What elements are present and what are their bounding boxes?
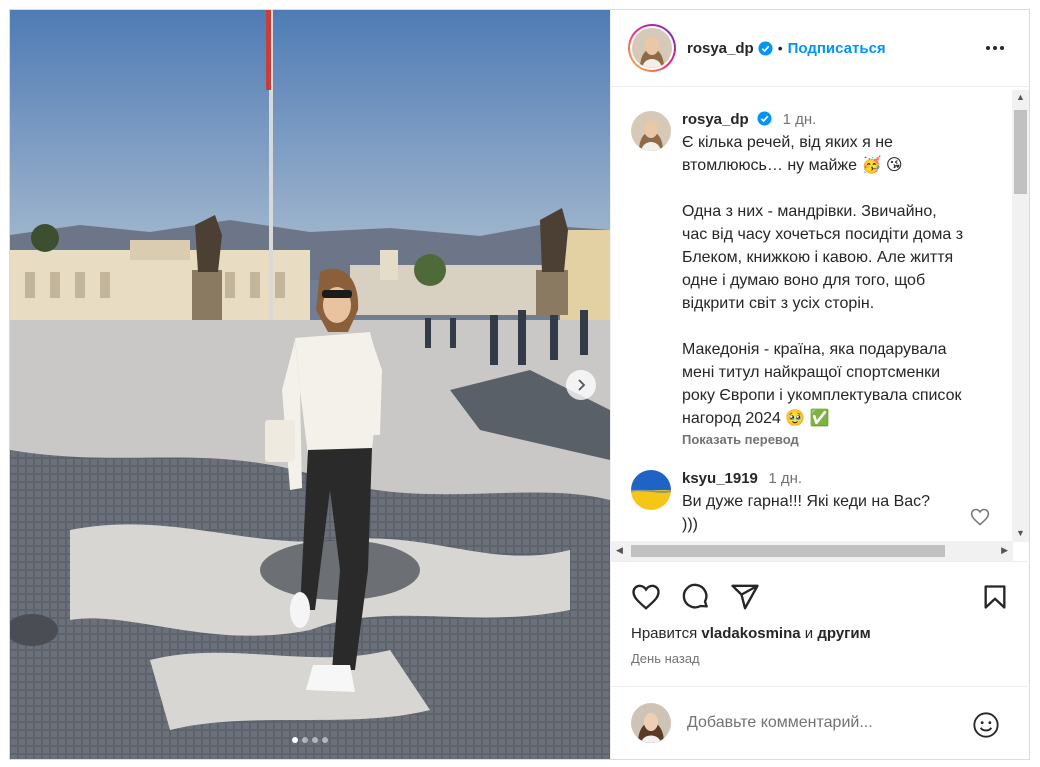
likes-prefix: Нравится <box>631 625 698 642</box>
scroll-up-icon[interactable]: ▲ <box>1016 92 1025 102</box>
chevron-right-icon <box>578 379 586 391</box>
commenter-username[interactable]: ksyu_1919 <box>682 470 758 487</box>
add-comment-bar <box>611 686 1030 759</box>
scroll-right-icon[interactable]: ▶ <box>1001 545 1008 556</box>
caption-time[interactable]: 1 дн. <box>783 111 817 128</box>
scroll-down-icon[interactable]: ▼ <box>1016 528 1025 538</box>
caption-username[interactable]: rosya_dp <box>682 111 749 128</box>
horizontal-scroll-thumb[interactable] <box>631 545 945 557</box>
header-separator: • <box>777 40 783 56</box>
share-icon[interactable] <box>730 582 760 612</box>
vertical-scroll-thumb[interactable] <box>1014 110 1027 194</box>
comment-text: Ви дуже гарна!!! Які кеди на Вас? ))) <box>682 493 931 533</box>
caption-text: Є кілька речей, від яких я не втомлююсь…… <box>682 134 964 427</box>
ukraine-flag-avatar <box>631 470 671 510</box>
carousel-indicators <box>10 737 610 743</box>
bookmark-icon[interactable] <box>981 582 1009 612</box>
emoji-icon[interactable] <box>972 711 1000 739</box>
carousel-dot-2 <box>302 737 308 743</box>
comment-like-heart-icon[interactable] <box>970 507 990 527</box>
author-avatar <box>632 28 672 68</box>
caption-comment: rosya_dp 1 дн. Є кілька речей, від яких … <box>631 111 1000 447</box>
vertical-scrollbar[interactable]: ▲ ▼ <box>1012 90 1029 542</box>
comments-area[interactable]: rosya_dp 1 дн. Є кілька речей, від яких … <box>611 87 1030 561</box>
more-options-icon[interactable] <box>985 38 1005 58</box>
post-dialog: rosya_dp • Подписаться rosya_dp 1 дн. Є … <box>9 9 1030 760</box>
post-actions: Нравится vladakosmina и другим День наза… <box>611 561 1030 686</box>
likes-summary: Нравится vladakosmina и другим <box>631 625 871 642</box>
author-username[interactable]: rosya_dp <box>687 40 754 57</box>
commenter-avatar[interactable] <box>631 470 671 510</box>
scroll-left-icon[interactable]: ◀ <box>616 545 623 556</box>
comment-item: ksyu_1919 1 дн. Ви дуже гарна!!! Які кед… <box>631 470 1000 536</box>
comment-input[interactable] <box>687 714 957 732</box>
verified-badge-icon <box>758 40 773 56</box>
photo-illustration <box>10 10 610 759</box>
current-user-avatar <box>631 703 671 743</box>
carousel-dot-4 <box>322 737 328 743</box>
likes-others-link[interactable]: другим <box>817 625 870 642</box>
likes-middle: и <box>804 625 814 642</box>
follow-button[interactable]: Подписаться <box>788 40 886 57</box>
comment-time[interactable]: 1 дн. <box>768 470 802 487</box>
post-side-panel: rosya_dp • Подписаться rosya_dp 1 дн. Є … <box>610 10 1030 759</box>
author-avatar-ring[interactable] <box>628 24 676 72</box>
carousel-dot-3 <box>312 737 318 743</box>
heart-icon[interactable] <box>631 582 661 612</box>
show-translation-button[interactable]: Показать перевод <box>682 432 1000 447</box>
carousel-dot-1 <box>292 737 298 743</box>
comment-icon[interactable] <box>681 582 711 612</box>
post-header: rosya_dp • Подписаться <box>611 10 1029 87</box>
next-slide-button[interactable] <box>566 370 596 400</box>
caption-avatar[interactable] <box>631 111 671 151</box>
post-date[interactable]: День назад <box>631 651 700 666</box>
horizontal-scrollbar[interactable]: ◀ ▶ <box>611 541 1013 561</box>
verified-badge-icon <box>757 111 772 126</box>
likes-user-link[interactable]: vladakosmina <box>701 625 800 642</box>
post-photo[interactable] <box>10 10 610 759</box>
